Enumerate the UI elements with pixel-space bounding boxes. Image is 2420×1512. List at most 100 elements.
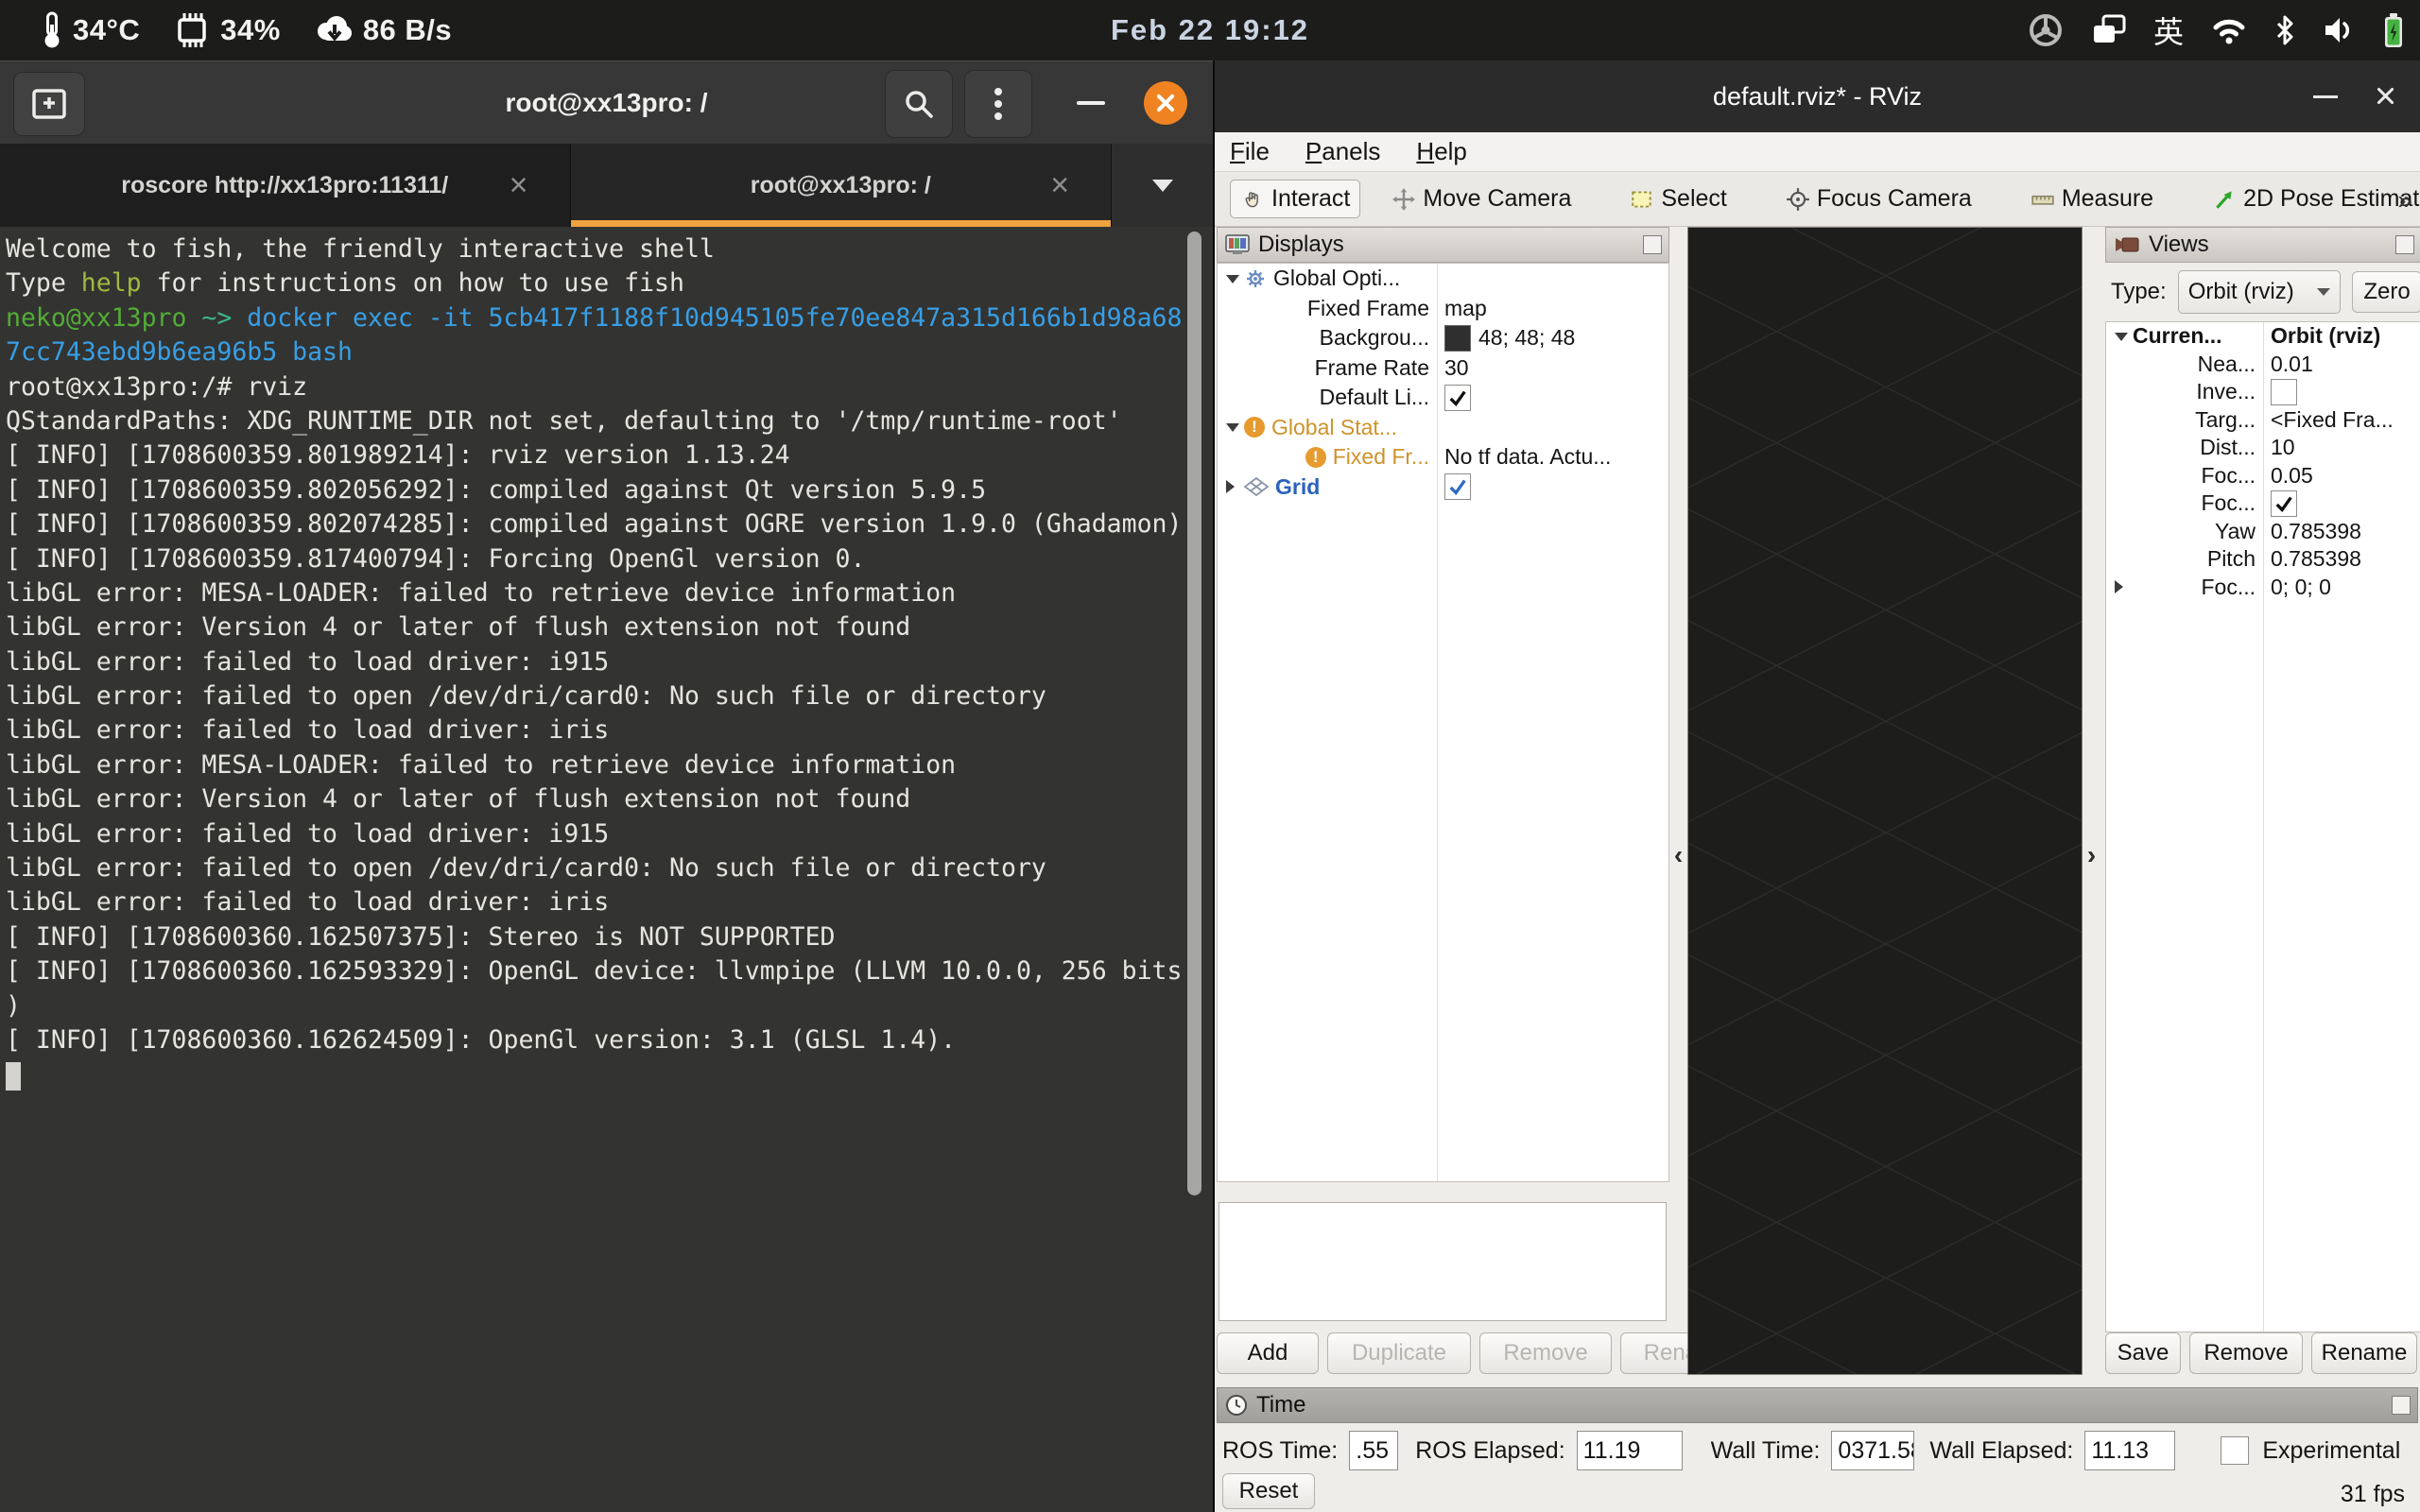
ros-time-field[interactable]: .55	[1349, 1431, 1398, 1470]
clock[interactable]: Feb 22 19:12	[1111, 0, 1309, 60]
wifi-icon[interactable]	[2210, 15, 2248, 45]
rename-view-button[interactable]: Rename	[2311, 1332, 2417, 1374]
ime-indicator[interactable]: 英	[2153, 9, 2184, 52]
zero-button[interactable]: Zero	[2352, 271, 2420, 313]
toolbar-overflow-chevron[interactable]: »	[2397, 185, 2412, 215]
panel-float-button[interactable]	[1643, 235, 1662, 254]
time-panel-header[interactable]: Time	[1217, 1387, 2418, 1423]
panel-float-button[interactable]	[2395, 235, 2414, 254]
checkbox[interactable]	[1444, 473, 1471, 500]
property-row-inve[interactable]: Inve...	[2106, 378, 2420, 406]
property-row-foc[interactable]: Foc...	[2106, 490, 2420, 518]
tab-roscore[interactable]: roscore http://xx13pro:11311/ ×	[0, 144, 571, 227]
property-value[interactable]: 0.785398	[2271, 546, 2361, 572]
tool-2d-pose-estimate-button[interactable]: 2D Pose Estimate	[2202, 180, 2420, 218]
property-value[interactable]: 30	[1444, 355, 1469, 381]
property-value[interactable]: <Fixed Fra...	[2271, 407, 2394, 433]
menu-help[interactable]: Help	[1416, 137, 1466, 166]
collapse-right-panel-arrow[interactable]: ›	[2083, 839, 2100, 871]
expand-triangle-icon[interactable]	[2115, 580, 2123, 593]
remove-view-button[interactable]: Remove	[2189, 1332, 2303, 1374]
terminal-scrollbar[interactable]	[1187, 232, 1201, 1195]
property-value[interactable]: 0.785398	[2271, 519, 2361, 544]
save-view-button[interactable]: Save	[2105, 1332, 2181, 1374]
property-value[interactable]: 0.05	[2271, 463, 2313, 489]
add-display-button[interactable]: Add	[1217, 1332, 1319, 1374]
property-row-pitch[interactable]: Pitch0.785398	[2106, 545, 2420, 574]
property-row-foc[interactable]: Foc...0.05	[2106, 462, 2420, 490]
collapse-triangle-icon[interactable]	[2115, 333, 2128, 341]
property-value[interactable]: Orbit (rviz)	[2271, 323, 2380, 349]
tool-interact-button[interactable]: Interact	[1230, 180, 1360, 218]
property-row-fixed-frame[interactable]: Fixed Frame map	[1218, 294, 1668, 324]
reset-button[interactable]: Reset	[1222, 1473, 1315, 1509]
close-button[interactable]	[1144, 81, 1187, 125]
checkbox[interactable]	[1444, 385, 1471, 411]
property-value[interactable]: 48; 48; 48	[1478, 325, 1575, 351]
experimental-checkbox[interactable]	[2221, 1436, 2249, 1465]
views-property-tree[interactable]: Curren...Orbit (rviz)Nea...0.01Inve...Ta…	[2105, 321, 2420, 1332]
wall-elapsed-field[interactable]: 11.13	[2084, 1431, 2175, 1470]
displays-panel-header[interactable]: Displays	[1217, 227, 1669, 263]
view-type-combobox[interactable]: Orbit (rviz)	[2178, 270, 2341, 314]
minimize-button[interactable]	[2305, 60, 2346, 132]
menu-file[interactable]: File	[1230, 137, 1270, 166]
property-row-yaw[interactable]: Yaw0.785398	[2106, 518, 2420, 546]
property-value[interactable]: 0.01	[2271, 352, 2313, 377]
menu-button[interactable]	[964, 70, 1032, 138]
views-panel-header[interactable]: Views	[2105, 227, 2420, 263]
duplicate-display-button[interactable]: Duplicate	[1327, 1332, 1471, 1374]
color-swatch[interactable]	[1444, 325, 1471, 352]
terminal-titlebar[interactable]: root@xx13pro: /	[0, 60, 1213, 144]
property-row-global-opti[interactable]: Global Opti...	[1218, 264, 1668, 294]
property-row-fixed-fr[interactable]: !Fixed Fr...No tf data. Actu...	[1218, 442, 1668, 472]
ros-elapsed-field[interactable]: 11.19	[1577, 1431, 1683, 1470]
tab-root-shell[interactable]: root@xx13pro: / ×	[571, 144, 1112, 227]
property-row-nea[interactable]: Nea...0.01	[2106, 351, 2420, 379]
collapse-left-panel-arrow[interactable]: ‹	[1670, 839, 1686, 871]
property-row-default-li[interactable]: Default Li...	[1218, 383, 1668, 413]
property-row-backgrou[interactable]: Backgrou...48; 48; 48	[1218, 323, 1668, 353]
new-tab-button[interactable]	[13, 72, 85, 136]
remove-display-button[interactable]: Remove	[1479, 1332, 1612, 1374]
property-row-frame-rate[interactable]: Frame Rate30	[1218, 353, 1668, 384]
rviz-titlebar[interactable]: default.rviz* - RViz	[1215, 60, 2420, 132]
checkbox[interactable]	[2271, 379, 2297, 405]
tab-close-icon[interactable]: ×	[510, 169, 528, 201]
property-value[interactable]: 0; 0; 0	[2271, 575, 2331, 600]
tool-move-camera-button[interactable]: Move Camera	[1381, 180, 1582, 218]
3d-viewport[interactable]	[1687, 227, 2083, 1375]
volume-icon[interactable]	[2322, 15, 2356, 45]
tab-list-dropdown-button[interactable]	[1111, 144, 1213, 227]
minimize-button[interactable]	[1061, 61, 1121, 145]
collapse-triangle-icon[interactable]	[1226, 275, 1239, 284]
property-row-global-stat[interactable]: !Global Stat...	[1218, 413, 1668, 443]
property-row-dist[interactable]: Dist...10	[2106, 434, 2420, 462]
bluetooth-icon[interactable]	[2274, 13, 2295, 47]
property-row-grid[interactable]: Grid	[1218, 472, 1668, 503]
property-row-foc[interactable]: Foc...0; 0; 0	[2106, 574, 2420, 602]
displays-property-tree[interactable]: Global Opti...Fixed Frame mapBackgrou...4…	[1217, 263, 1669, 1182]
tool-select-button[interactable]: Select	[1619, 180, 1737, 218]
property-value[interactable]: map	[1444, 296, 1487, 321]
wall-time-field[interactable]: 0371.58	[1831, 1431, 1914, 1470]
tool-focus-camera-button[interactable]: Focus Camera	[1775, 180, 1982, 218]
tool-measure-button[interactable]: Measure	[2020, 180, 2164, 218]
window-switcher-icon[interactable]	[2091, 14, 2127, 46]
property-name: Fixed Frame	[1307, 296, 1429, 321]
property-value[interactable]: No tf data. Actu...	[1444, 444, 1611, 470]
steering-wheel-icon[interactable]	[2027, 11, 2065, 49]
expand-triangle-icon[interactable]	[1226, 480, 1235, 493]
search-button[interactable]	[885, 70, 953, 138]
checkbox[interactable]	[2271, 490, 2297, 517]
property-row-targ[interactable]: Targ...<Fixed Fra...	[2106, 406, 2420, 435]
collapse-triangle-icon[interactable]	[1226, 423, 1239, 432]
menu-panels[interactable]: Panels	[1305, 137, 1381, 166]
property-row-curren[interactable]: Curren...Orbit (rviz)	[2106, 322, 2420, 351]
tab-close-icon[interactable]: ×	[1050, 169, 1069, 201]
panel-float-button[interactable]	[2392, 1396, 2411, 1415]
close-button[interactable]	[2365, 76, 2407, 117]
property-value[interactable]: 10	[2271, 435, 2295, 460]
battery-charging-icon[interactable]	[2382, 11, 2405, 49]
terminal-output-area[interactable]: Welcome to fish, the friendly interactiv…	[0, 227, 1213, 1512]
